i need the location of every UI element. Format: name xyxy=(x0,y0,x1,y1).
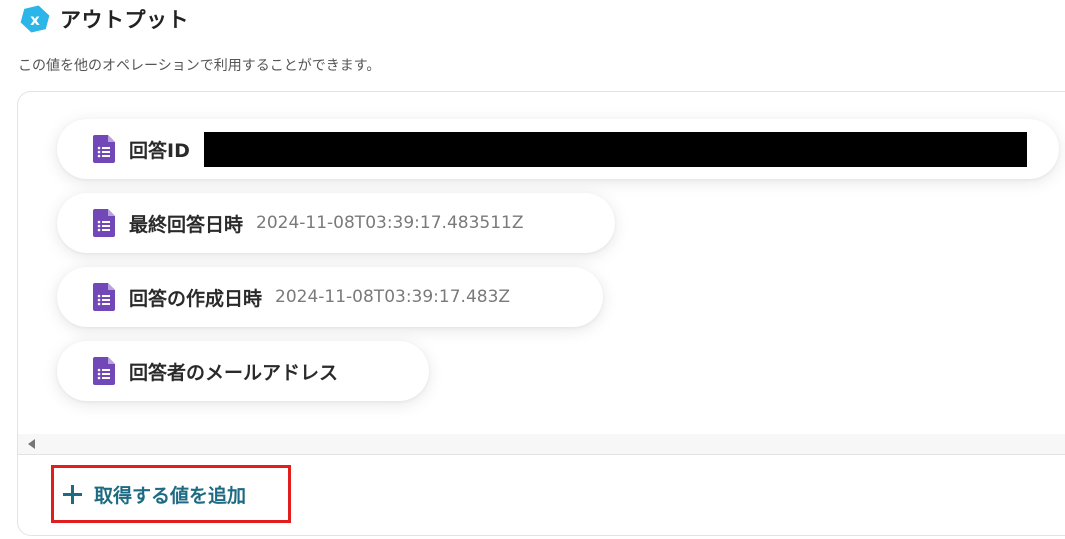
header: x アウトプット xyxy=(20,4,189,34)
output-label: 回答者のメールアドレス xyxy=(129,361,339,384)
output-label: 最終回答日時 xyxy=(129,213,244,236)
page-title: アウトプット xyxy=(60,8,189,32)
redacted-value xyxy=(203,131,1027,167)
output-value: 2024-11-08T03:39:17.483Z xyxy=(275,287,511,307)
output-label: 回答の作成日時 xyxy=(129,287,263,310)
divider xyxy=(18,454,1065,455)
page-description: この値を他のオペレーションで利用することができます。 xyxy=(18,58,381,74)
google-forms-icon xyxy=(93,357,115,385)
output-item-last-submitted-time[interactable]: 最終回答日時 2024-11-08T03:39:17.483511Z xyxy=(57,193,615,253)
output-item-response-id[interactable]: 回答ID xyxy=(57,119,1059,179)
output-label: 回答ID xyxy=(129,139,190,162)
google-forms-icon xyxy=(93,209,115,237)
horizontal-scrollbar[interactable] xyxy=(18,434,1065,454)
output-value: 2024-11-08T03:39:17.483511Z xyxy=(256,213,524,233)
scroll-left-arrow-icon[interactable] xyxy=(28,439,35,449)
plus-icon xyxy=(63,484,82,504)
add-output-value-label: 取得する値を追加 xyxy=(94,484,247,507)
output-page: x アウトプット この値を他のオペレーションで利用することができます。 回答ID xyxy=(0,0,1065,539)
output-item-respondent-email[interactable]: 回答者のメールアドレス xyxy=(57,341,429,401)
svg-text:x: x xyxy=(30,11,40,29)
add-output-value-button[interactable]: 取得する値を追加 xyxy=(51,465,291,523)
google-forms-icon xyxy=(93,283,115,311)
output-item-create-time[interactable]: 回答の作成日時 2024-11-08T03:39:17.483Z xyxy=(57,267,603,327)
google-forms-icon xyxy=(93,135,115,163)
x-hexagon-logo-icon: x xyxy=(20,4,50,34)
